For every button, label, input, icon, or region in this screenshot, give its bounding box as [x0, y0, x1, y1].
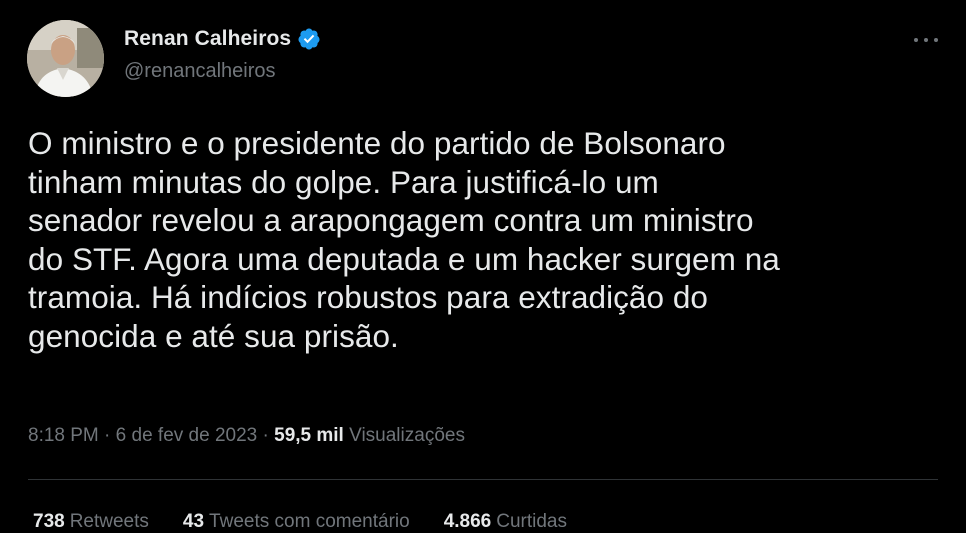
divider — [28, 479, 938, 480]
tweet-metadata: 8:18 PM · 6 de fev de 2023 · 59,5 mil Vi… — [28, 425, 465, 447]
tweet-date[interactable]: 6 de fev de 2023 — [116, 425, 258, 446]
tweet-time[interactable]: 8:18 PM — [28, 425, 99, 446]
retweets-stat[interactable]: 738 Retweets — [33, 511, 149, 533]
tweet-card: Renan Calheiros @renancalheiros O minist… — [0, 0, 966, 532]
likes-count: 4.866 — [443, 511, 492, 532]
tweet-text: O ministro e o presidente do partido de … — [28, 125, 780, 354]
quotes-stat[interactable]: 43 Tweets com comentário — [183, 511, 410, 533]
author-display-name[interactable]: Renan Calheiros — [124, 27, 291, 51]
meta-separator: · — [262, 425, 269, 446]
more-options-icon[interactable] — [914, 33, 938, 47]
likes-label: Curtidas — [496, 511, 567, 532]
more-dot — [934, 38, 938, 42]
avatar-photo — [27, 20, 104, 97]
author-handle[interactable]: @renancalheiros — [124, 60, 276, 83]
likes-stat[interactable]: 4.866 Curtidas — [444, 511, 567, 533]
author-name-row: Renan Calheiros — [124, 27, 321, 51]
quotes-label: Tweets com comentário — [209, 511, 410, 532]
engagement-stats: 738 Retweets 43 Tweets com comentário 4.86… — [33, 511, 567, 533]
retweets-label: Retweets — [69, 511, 149, 532]
verified-badge-icon — [298, 28, 320, 50]
views-count: 59,5 mil — [274, 425, 344, 446]
quotes-count: 43 — [182, 511, 205, 532]
views-label: Visualizações — [349, 425, 465, 446]
retweets-count: 738 — [33, 511, 65, 532]
meta-separator: · — [104, 425, 111, 446]
avatar[interactable] — [27, 20, 104, 97]
more-dot — [924, 38, 928, 42]
more-dot — [914, 38, 918, 42]
